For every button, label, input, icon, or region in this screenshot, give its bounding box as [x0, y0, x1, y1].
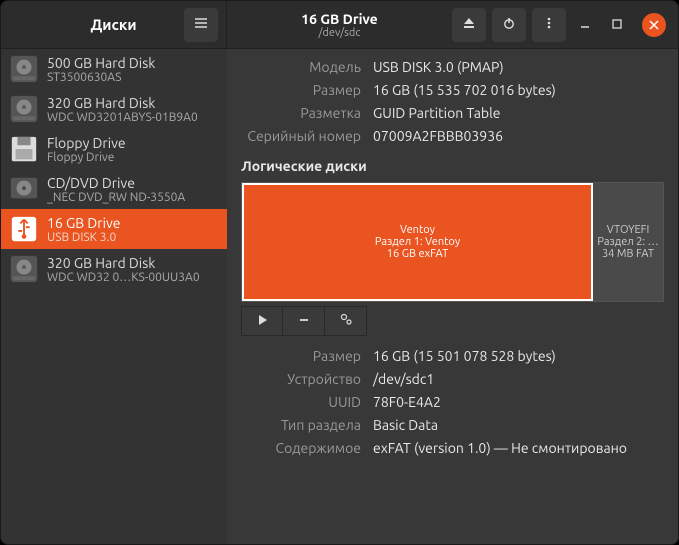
floppy-icon [9, 134, 39, 164]
sidebar: 500 GB Hard DiskST3500630AS 320 GB Hard … [1, 49, 227, 544]
hdd-icon [9, 94, 39, 124]
close-button[interactable] [642, 13, 666, 37]
minimize-button[interactable] [572, 12, 598, 38]
drive-name: 320 GB Hard Disk [47, 95, 198, 111]
hamburger-menu-button[interactable] [184, 8, 218, 42]
device-label: Устройство [241, 371, 361, 387]
volume-toolbar [241, 306, 664, 336]
titlebar-center: 16 GB Drive /dev/sdc [227, 11, 452, 39]
gears-icon [339, 312, 353, 330]
sidebar-item-optical[interactable]: CD/DVD Drive_NEC DVD_RW ND-3550A [1, 169, 227, 209]
volume-fs: 34 MB FAT [602, 248, 654, 260]
sidebar-item-hdd-500[interactable]: 500 GB Hard DiskST3500630AS [1, 49, 227, 89]
drive-name: Floppy Drive [47, 135, 126, 151]
content-label: Содержимое [241, 440, 361, 456]
volumes-header: Логические диски [241, 158, 664, 174]
drive-name: 320 GB Hard Disk [47, 255, 200, 271]
sidebar-item-hdd-320a[interactable]: 320 GB Hard DiskWDC WD3201ABYS-01B9A0 [1, 89, 227, 129]
sidebar-item-floppy[interactable]: Floppy DriveFloppy Drive [1, 129, 227, 169]
usb-icon [9, 214, 39, 244]
serial-value: 07009A2FBBB03936 [373, 128, 664, 144]
hdd-icon [9, 254, 39, 284]
power-button[interactable] [492, 8, 526, 42]
drive-name: 16 GB Drive [47, 215, 120, 231]
ptype-label: Тип раздела [241, 417, 361, 433]
volume-map: Ventoy Раздел 1: Ventoy 16 GB exFAT VTOY… [241, 182, 664, 302]
drive-name: CD/DVD Drive [47, 175, 185, 191]
mount-button[interactable] [241, 306, 283, 336]
disks-window: Диски 16 GB Drive /dev/sdc [0, 0, 679, 545]
partitioning-value: GUID Partition Table [373, 105, 664, 121]
drive-name: 500 GB Hard Disk [47, 55, 155, 71]
kebab-icon [542, 16, 556, 34]
ptype-value: Basic Data [373, 417, 664, 433]
hamburger-icon [194, 16, 208, 34]
titlebar: Диски 16 GB Drive /dev/sdc [1, 1, 678, 49]
volume-name: VTOYEFI [607, 224, 650, 236]
drive-options-button[interactable] [532, 8, 566, 42]
volume-detail: Раздел 1: Ventoy [375, 236, 460, 248]
size-value: 16 GB (15 535 702 016 bytes) [373, 82, 664, 98]
content-value: exFAT (version 1.0) — Не смонтировано [373, 440, 664, 456]
model-label: Модель [241, 59, 361, 75]
serial-label: Серийный номер [241, 128, 361, 144]
psize-value: 16 GB (15 501 078 528 bytes) [373, 348, 664, 364]
maximize-button[interactable] [604, 12, 630, 38]
volume-name: Ventoy [400, 224, 435, 236]
play-icon [256, 312, 268, 330]
body: 500 GB Hard DiskST3500630AS 320 GB Hard … [1, 49, 678, 544]
sidebar-item-usb-16[interactable]: 16 GB DriveUSB DISK 3.0 [1, 209, 227, 249]
volume-fs: 16 GB exFAT [387, 248, 448, 260]
power-icon [502, 16, 516, 34]
app-title: Диски [90, 16, 136, 33]
titlebar-right [452, 8, 678, 42]
uuid-value: 78F0-E4A2 [373, 394, 664, 410]
volume-ventoy[interactable]: Ventoy Раздел 1: Ventoy 16 GB exFAT [242, 183, 593, 301]
size-label: Размер [241, 82, 361, 98]
drive-subtitle: /dev/sdc [319, 27, 361, 39]
volume-vtoyefi[interactable]: VTOYEFI Раздел 2: … 34 MB FAT [593, 183, 663, 301]
maximize-icon [611, 16, 623, 34]
minimize-icon [579, 16, 591, 34]
partitioning-label: Разметка [241, 105, 361, 121]
optical-icon [9, 174, 39, 204]
drive-sub: _NEC DVD_RW ND-3550A [47, 191, 185, 204]
hdd-icon [9, 54, 39, 84]
drive-title: 16 GB Drive [301, 11, 377, 27]
drive-sub: ST3500630AS [47, 71, 155, 84]
drive-sub: WDC WD32 0…KS-00UU3A0 [47, 271, 200, 284]
eject-button[interactable] [452, 8, 486, 42]
partition-options-button[interactable] [325, 306, 367, 336]
psize-label: Размер [241, 348, 361, 364]
volume-detail: Раздел 2: … [597, 236, 658, 248]
partition-info-grid: Размер 16 GB (15 501 078 528 bytes) Устр… [241, 348, 664, 456]
model-value: USB DISK 3.0 (PMAP) [373, 59, 664, 75]
titlebar-left: Диски [1, 1, 227, 48]
close-icon [649, 16, 659, 34]
drive-sub: Floppy Drive [47, 151, 126, 164]
eject-icon [462, 16, 476, 34]
delete-partition-button[interactable] [283, 306, 325, 336]
drive-sub: WDC WD3201ABYS-01B9A0 [47, 111, 198, 124]
sidebar-item-hdd-320b[interactable]: 320 GB Hard DiskWDC WD32 0…KS-00UU3A0 [1, 249, 227, 289]
main-panel: Модель USB DISK 3.0 (PMAP) Размер 16 GB … [227, 49, 678, 544]
minus-icon [298, 312, 310, 330]
drive-info-grid: Модель USB DISK 3.0 (PMAP) Размер 16 GB … [241, 59, 664, 144]
uuid-label: UUID [241, 394, 361, 410]
drive-sub: USB DISK 3.0 [47, 231, 120, 244]
device-value: /dev/sdc1 [373, 371, 664, 387]
